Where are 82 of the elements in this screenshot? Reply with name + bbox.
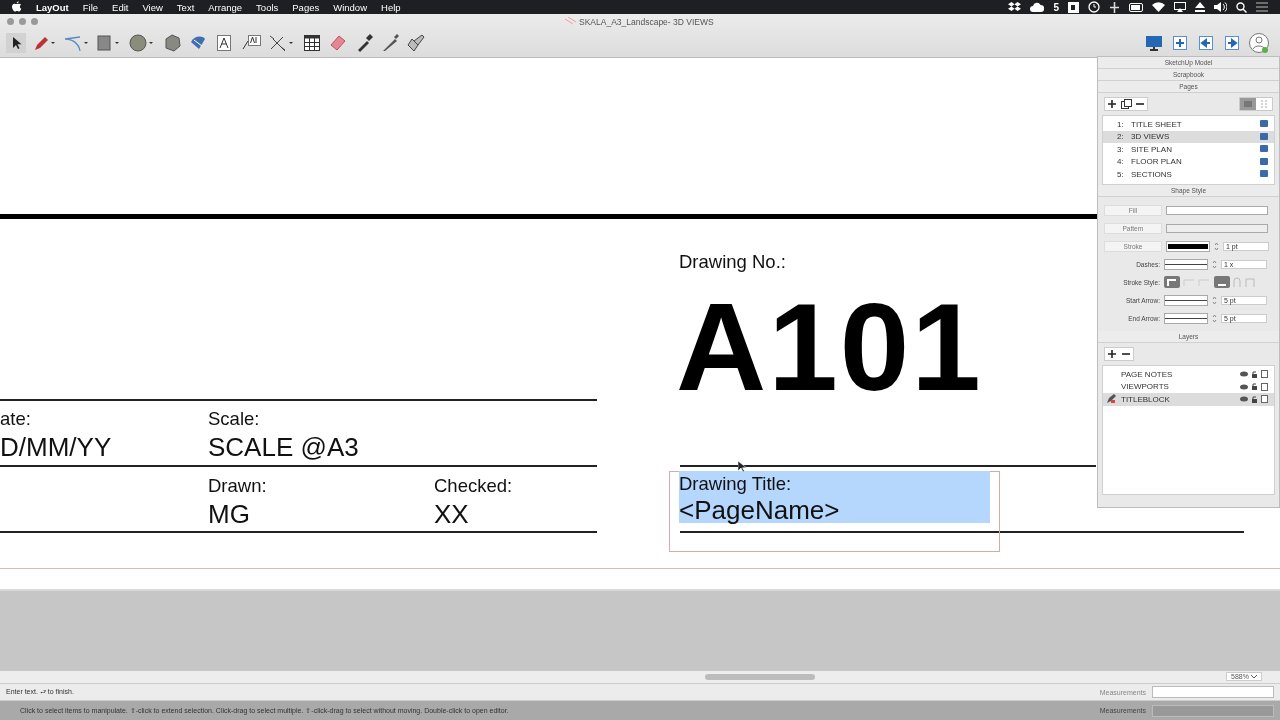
stroke-swatch[interactable]: [1166, 240, 1210, 252]
stepper-icon[interactable]: [1212, 313, 1217, 323]
line-preview-dropdown[interactable]: [1164, 258, 1208, 270]
pattern-swatch[interactable]: [1166, 223, 1268, 233]
menu-item[interactable]: Help: [381, 1, 401, 13]
drawing-number-label: Drawing No.:: [679, 251, 786, 273]
user-icon[interactable]: [1248, 32, 1270, 54]
field-label: Scale:: [208, 408, 260, 430]
measurements-field[interactable]: [1152, 704, 1274, 717]
dimension-icon[interactable]: [268, 33, 296, 53]
style-icon[interactable]: [406, 33, 426, 53]
rectangle-icon[interactable]: [96, 33, 122, 53]
cloud-icon[interactable]: [1030, 2, 1045, 12]
menu-item[interactable]: Window: [333, 1, 367, 13]
menu-item[interactable]: Pages: [292, 1, 320, 13]
field-value: MG: [208, 499, 250, 529]
lock-icon[interactable]: [1252, 370, 1257, 378]
menu-item[interactable]: Arrange: [208, 1, 243, 13]
scrollbar[interactable]: [705, 674, 815, 680]
drawing-title-value: <PageName>: [679, 495, 841, 525]
line-preview-dropdown[interactable]: [1164, 312, 1208, 324]
volume-icon[interactable]: [1214, 2, 1227, 12]
field-value: SCALE @A3: [208, 432, 359, 462]
menu-item[interactable]: View: [142, 1, 163, 13]
eject-icon[interactable]: [1195, 2, 1205, 12]
arc-icon[interactable]: [62, 33, 90, 53]
circle-icon[interactable]: [128, 33, 156, 53]
lock-icon[interactable]: [1252, 395, 1257, 403]
table-icon[interactable]: [302, 33, 322, 53]
field-label: Drawn:: [208, 475, 267, 497]
polygon-icon[interactable]: [162, 33, 182, 53]
lock-icon[interactable]: [1252, 383, 1257, 391]
next-page-icon[interactable]: [1222, 33, 1242, 53]
eraser-icon[interactable]: [328, 33, 348, 53]
add-page-icon[interactable]: [1170, 33, 1190, 53]
chevron-icon: [1250, 675, 1257, 679]
page-item[interactable]: 4: FLOOR PLAN: [1103, 155, 1274, 168]
battery-icon[interactable]: [1129, 2, 1143, 12]
drawing-title-label: Drawing Title:: [679, 473, 793, 495]
menu-icon[interactable]: [1256, 2, 1268, 12]
stepper-icon[interactable]: [1212, 259, 1217, 269]
clock-icon[interactable]: [1088, 1, 1100, 13]
airplay-icon[interactable]: [1174, 2, 1186, 12]
page-item[interactable]: 3: SITE PLAN: [1103, 143, 1274, 156]
cross-icon[interactable]: [1109, 1, 1120, 13]
layer-item[interactable]: PAGE NOTES: [1103, 368, 1274, 381]
fill-swatch[interactable]: [1166, 205, 1268, 215]
text-tool-icon[interactable]: [214, 33, 234, 53]
select-tool-icon[interactable]: [6, 33, 26, 53]
layer-item[interactable]: VIEWPORTS: [1103, 380, 1274, 393]
menu-item[interactable]: File: [82, 1, 99, 13]
measurements-field[interactable]: [1152, 686, 1274, 698]
field-value: XX: [434, 499, 469, 529]
menu-item[interactable]: Text: [176, 1, 195, 13]
line-preview-dropdown[interactable]: [1164, 294, 1208, 306]
dropbox-icon[interactable]: [1008, 1, 1022, 13]
pencil-icon: [1107, 393, 1116, 403]
page-item[interactable]: 1: TITLE SHEET: [1103, 118, 1274, 131]
app-menu[interactable]: LayOut: [36, 1, 69, 13]
search-icon[interactable]: [1236, 1, 1247, 13]
page-item[interactable]: 2: 3D VIEWS: [1103, 130, 1274, 143]
previous-page-icon[interactable]: [1196, 33, 1216, 53]
wifi-icon[interactable]: [1152, 2, 1165, 12]
add-icon[interactable]: [1105, 98, 1119, 110]
text-box[interactable]: Drawing Title: <PageName>: [679, 471, 990, 523]
field-label: Checked:: [434, 475, 513, 497]
notification-count[interactable]: 5: [1053, 1, 1059, 13]
page-item[interactable]: 5: SECTIONS: [1103, 168, 1274, 181]
duplicate-icon[interactable]: [1119, 98, 1133, 110]
square-icon[interactable]: [1068, 1, 1079, 13]
field-label: ate:: [0, 408, 31, 430]
stepper-icon[interactable]: [1214, 241, 1219, 251]
monitor-icon[interactable]: [1144, 33, 1164, 53]
menu-item[interactable]: Edit: [112, 1, 129, 13]
field-value: D/MM/YY: [0, 432, 112, 462]
layer-item[interactable]: TITLEBLOCK: [1103, 393, 1274, 406]
add-icon[interactable]: [1105, 348, 1119, 360]
apple-icon[interactable]: [12, 1, 22, 13]
menu-item[interactable]: Tools: [256, 1, 279, 13]
window-title: SKALA_A3_Landscape- 3D VIEWS: [579, 16, 714, 27]
stepper-icon[interactable]: [1212, 295, 1217, 305]
drawing-number: A101: [676, 277, 983, 417]
